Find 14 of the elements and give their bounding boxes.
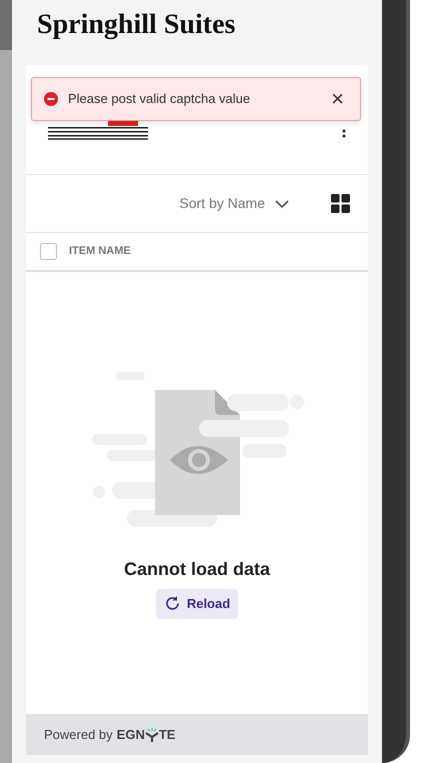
select-all-checkbox[interactable] — [40, 243, 57, 260]
footer-text: Powered by — [44, 726, 113, 744]
sort-dropdown[interactable]: Sort by Name — [179, 193, 265, 214]
grid-view-icon[interactable] — [331, 194, 350, 213]
page-title: Springhill Suites — [36, 8, 236, 42]
brand-logo: EGN TE — [116, 726, 176, 744]
toast-message: Please post valid captcha value — [68, 90, 252, 108]
error-icon — [44, 92, 58, 106]
close-button[interactable]: × — [327, 88, 348, 110]
refresh-icon — [164, 595, 181, 612]
column-header: ITEM NAME — [69, 244, 131, 260]
reload-button[interactable]: Reload — [156, 589, 238, 618]
error-message: Cannot load data — [124, 558, 270, 581]
chevron-down-icon[interactable] — [275, 200, 289, 208]
